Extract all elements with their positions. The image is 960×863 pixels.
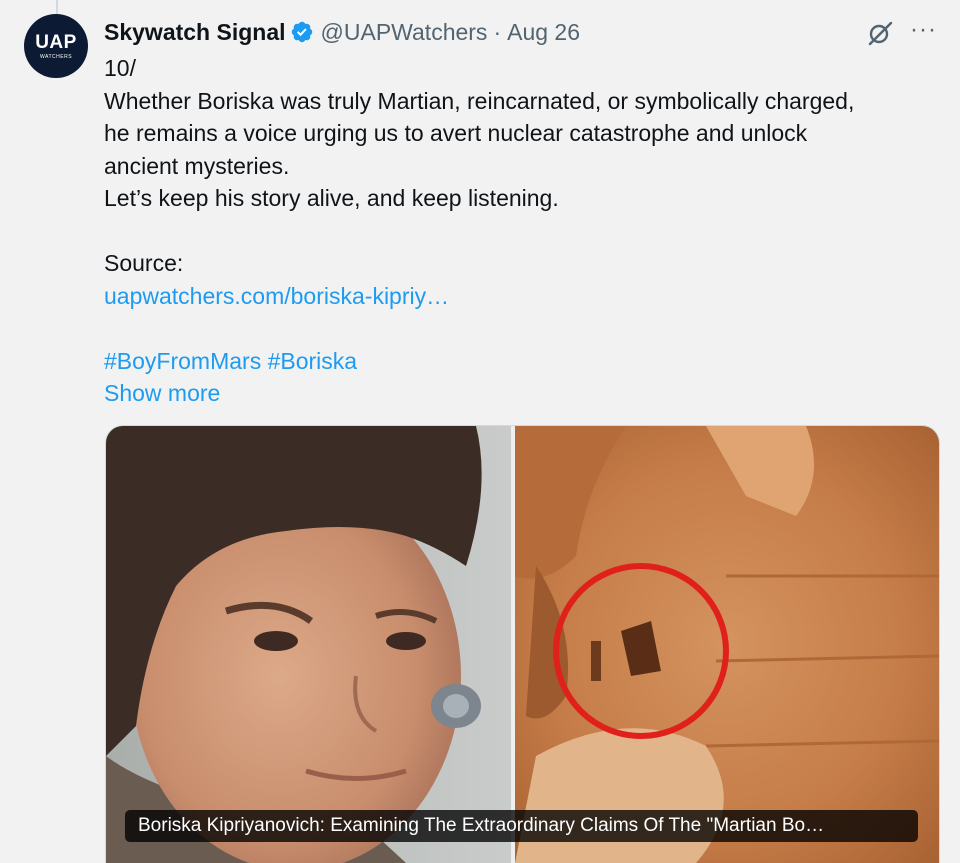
avatar-logo-subtext: WATCHERS	[39, 53, 73, 60]
separator-dot: ·	[493, 18, 502, 45]
text-line: ancient mysteries.	[104, 152, 290, 179]
text-line: he remains a voice urging us to avert nu…	[104, 120, 808, 146]
thread-connector-line	[56, 0, 58, 14]
text-line: Whether Boriska was truly Martian, reinc…	[104, 87, 855, 114]
tweet-header: Skywatch Signal @UAPWatchers · Aug 26	[104, 14, 580, 50]
tweet-date[interactable]: Aug 26	[507, 19, 580, 46]
author-handle[interactable]: @UAPWatchers	[321, 19, 488, 46]
hashtags-link[interactable]: #BoyFromMars #Boriska	[104, 345, 944, 378]
media-image	[106, 426, 939, 863]
source-link[interactable]: uapwatchers.com/boriska-kipriy…	[104, 280, 944, 313]
avatar-logo-text: UAP	[35, 31, 77, 53]
verified-badge-icon[interactable]	[290, 20, 314, 44]
show-more-link[interactable]: Show more	[104, 377, 944, 410]
text-line: Let’s keep his story alive, and keep lis…	[104, 185, 559, 211]
media-card[interactable]	[105, 425, 940, 863]
grok-icon[interactable]	[866, 19, 894, 47]
tweet-text: 10/ Whether Boriska was truly Martian, r…	[104, 52, 944, 410]
text-line: 10/	[104, 55, 136, 81]
more-options-icon[interactable]: ···	[910, 16, 937, 44]
avatar[interactable]: UAP WATCHERS	[24, 14, 88, 78]
author-name[interactable]: Skywatch Signal	[104, 19, 286, 46]
media-caption: Boriska Kipriyanovich: Examining The Ext…	[125, 810, 918, 842]
text-line: Source:	[104, 250, 184, 276]
